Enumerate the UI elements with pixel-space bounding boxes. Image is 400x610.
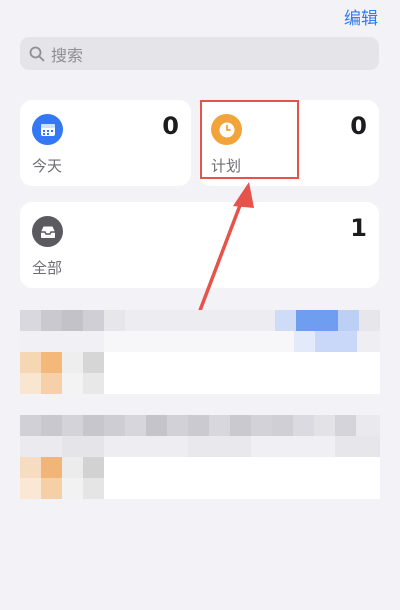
- smart-list-all[interactable]: 1 全部: [20, 202, 379, 288]
- blurred-list-subheader: [20, 331, 380, 352]
- today-count: 0: [162, 112, 179, 140]
- edit-button[interactable]: 编辑: [344, 4, 378, 29]
- all-count: 1: [350, 214, 367, 242]
- tray-icon: [32, 216, 63, 247]
- blurred-list-header-2: [20, 415, 380, 436]
- calendar-icon: [32, 114, 63, 145]
- arrow-annotation: [186, 182, 254, 344]
- blurred-list-header: [20, 310, 380, 331]
- search-icon: [29, 46, 45, 61]
- highlight-box: [200, 100, 299, 179]
- plan-count: 0: [350, 112, 367, 140]
- blurred-list-item: [20, 352, 380, 394]
- search-input[interactable]: 搜索: [20, 37, 379, 70]
- today-label: 今天: [32, 157, 63, 175]
- smart-list-today[interactable]: 0 今天: [20, 100, 191, 186]
- blurred-list-subheader-2: [20, 436, 380, 457]
- all-label: 全部: [32, 259, 63, 277]
- blurred-list-item-2: [20, 457, 380, 499]
- search-placeholder: 搜索: [51, 45, 84, 65]
